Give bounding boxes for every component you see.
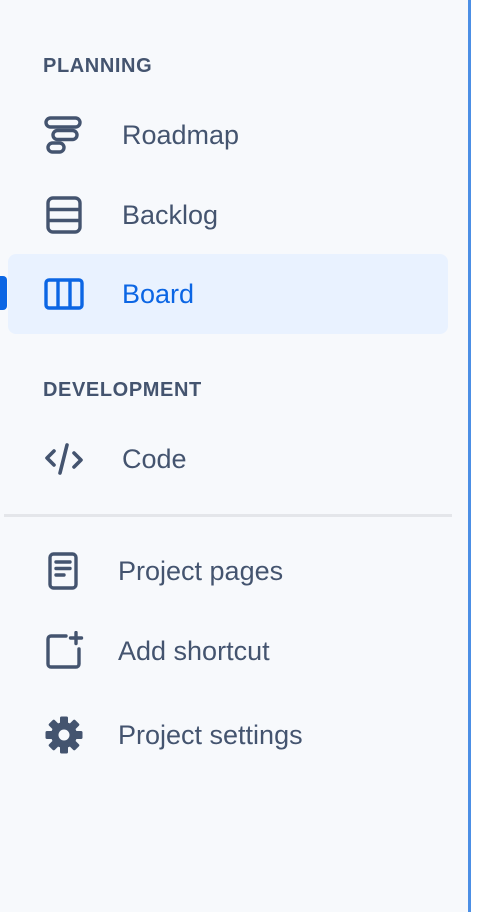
sidebar-item-label: Add shortcut xyxy=(118,636,270,666)
sidebar-item-add-shortcut[interactable]: Add shortcut xyxy=(8,611,448,691)
sidebar-item-label: Roadmap xyxy=(122,120,240,150)
backlog-icon xyxy=(44,195,84,235)
roadmap-icon xyxy=(44,115,84,155)
sidebar-item-project-settings[interactable]: Project settings xyxy=(8,695,448,775)
page-icon xyxy=(44,551,84,591)
planning-section-heading: PLANNING xyxy=(43,55,153,77)
sidebar-item-label: Project settings xyxy=(118,720,303,750)
sidebar-item-label: Backlog xyxy=(122,200,219,230)
selected-indicator xyxy=(0,276,7,310)
gear-icon xyxy=(44,715,84,755)
sidebar-resize-handle[interactable] xyxy=(468,0,471,912)
sidebar-item-board[interactable]: Board xyxy=(8,254,448,334)
sidebar-item-roadmap[interactable]: Roadmap xyxy=(8,95,448,175)
code-icon xyxy=(44,439,84,479)
sidebar-divider xyxy=(4,514,452,517)
development-section-heading: DEVELOPMENT xyxy=(43,379,202,401)
sidebar-item-label: Board xyxy=(122,279,195,309)
board-icon xyxy=(44,274,84,314)
sidebar-item-label: Code xyxy=(122,444,187,474)
sidebar-item-backlog[interactable]: Backlog xyxy=(8,175,448,255)
sidebar-item-project-pages[interactable]: Project pages xyxy=(8,531,448,611)
sidebar-item-label: Project pages xyxy=(118,556,284,586)
project-sidebar: PLANNING Roadmap Backlog Board DEVELOPME… xyxy=(0,0,468,912)
add-shortcut-icon xyxy=(44,631,84,671)
sidebar-item-code[interactable]: Code xyxy=(8,419,448,499)
